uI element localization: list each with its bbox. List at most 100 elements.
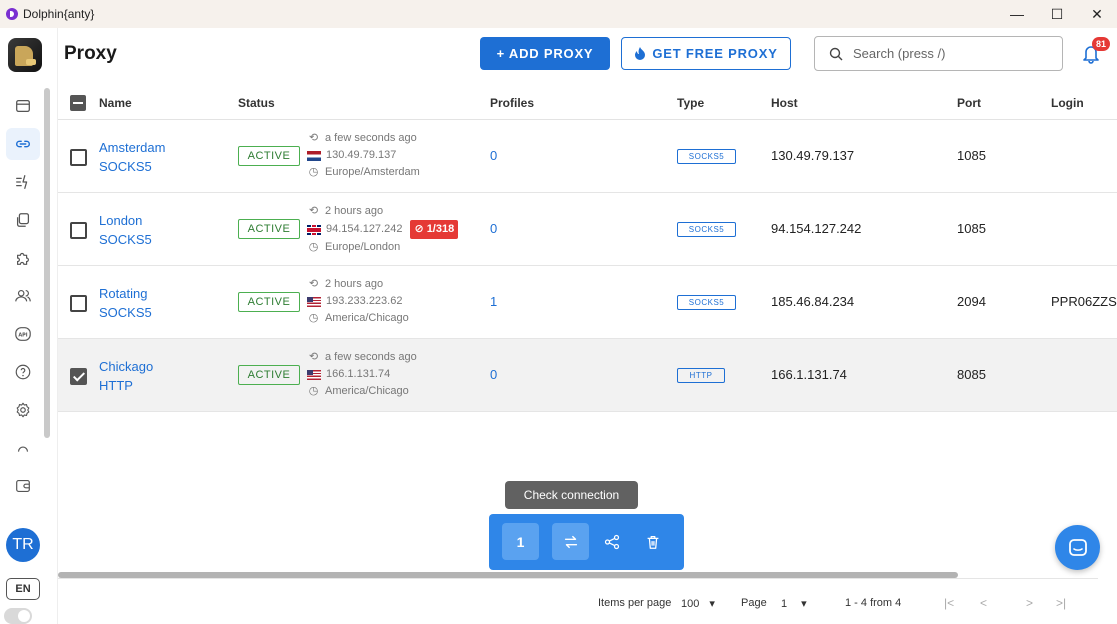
add-proxy-button[interactable]: + ADD PROXY [480, 37, 610, 70]
status-badge: ACTIVE [238, 146, 300, 166]
proxy-check-info: ⟲ a few seconds ago 166.1.131.74 ◷ America… [307, 351, 417, 397]
get-free-proxy-button[interactable]: GET FREE PROXY [621, 37, 791, 70]
question-icon [15, 364, 31, 380]
row-checkbox[interactable] [70, 149, 87, 166]
proxy-name[interactable]: London SOCKS5 [99, 211, 152, 249]
swap-icon [564, 535, 577, 548]
clock-icon: ◷ [308, 312, 319, 324]
type-badge: SOCKS5 [677, 222, 736, 237]
page-title: Proxy [64, 43, 117, 64]
delete-button[interactable] [634, 523, 671, 560]
status-badge: ACTIVE [238, 292, 300, 312]
select-all-checkbox[interactable] [70, 95, 86, 111]
proxy-name[interactable]: Chickago HTTP [99, 357, 153, 395]
host-value: 166.1.131.74 [771, 367, 847, 382]
row-checkbox[interactable] [70, 222, 87, 239]
horizontal-scroll-track [58, 578, 1098, 579]
table-header: Name Status Profiles Type Host Port Logi… [58, 86, 1117, 120]
type-badge: HTTP [677, 368, 725, 383]
minimize-button[interactable]: — [997, 0, 1037, 28]
items-per-page-label: Items per page [598, 597, 672, 609]
blocked-icon: ⊘ [414, 223, 424, 235]
check-connection-button[interactable] [552, 523, 589, 560]
sidebar-item-users[interactable] [6, 280, 40, 312]
history-icon: ⟲ [308, 132, 319, 144]
table-row[interactable]: London SOCKS5 ACTIVE ⟲ 2 hours ago 94.154… [58, 193, 1117, 266]
row-checkbox[interactable] [70, 368, 87, 385]
proxy-check-info: ⟲ a few seconds ago 130.49.79.137 ◷ Europe… [307, 132, 420, 178]
clock-icon: ◷ [308, 166, 319, 178]
search-input[interactable]: Search (press /) [814, 36, 1063, 71]
close-button[interactable]: ✕ [1077, 0, 1117, 28]
port-value: 8085 [957, 367, 986, 382]
column-host[interactable]: Host [771, 96, 798, 110]
search-placeholder: Search (press /) [853, 46, 946, 61]
proxy-name[interactable]: Amsterdam SOCKS5 [99, 138, 165, 176]
table-row[interactable]: Rotating SOCKS5 ACTIVE ⟲ 2 hours ago 193.… [58, 266, 1117, 339]
first-page-button[interactable]: |< [944, 596, 954, 610]
theme-toggle[interactable] [4, 608, 32, 624]
prev-page-button[interactable]: < [980, 596, 987, 610]
share-button[interactable] [593, 523, 630, 560]
items-per-page-select[interactable]: 100 ▾ [681, 597, 715, 610]
sidebar-item-proxy[interactable] [6, 128, 40, 160]
table-row[interactable]: Chickago HTTP ACTIVE ⟲ a few seconds ago … [58, 339, 1117, 412]
support-chat-button[interactable] [1055, 525, 1100, 570]
wallet-icon [16, 480, 30, 492]
sidebar-item-automation[interactable] [6, 166, 40, 198]
chevron-down-icon: ▾ [801, 598, 807, 610]
chat-icon [1068, 538, 1087, 556]
chevron-down-icon: ▾ [709, 598, 715, 610]
users-icon [15, 290, 31, 302]
next-page-button[interactable]: > [1026, 596, 1033, 610]
sidebar-item-extensions[interactable] [6, 242, 40, 274]
avatar[interactable]: TR [6, 528, 40, 562]
sidebar-item-api[interactable]: API [6, 318, 40, 350]
sidebar-item-settings[interactable] [6, 394, 40, 426]
column-login[interactable]: Login [1051, 96, 1084, 110]
bolt-icon [16, 175, 28, 189]
sidebar-item-help[interactable] [6, 356, 40, 388]
last-page-button[interactable]: >| [1056, 596, 1066, 610]
page-label: Page [741, 597, 767, 609]
sidebar-item-templates[interactable] [6, 204, 40, 236]
maximize-button[interactable]: ☐ [1037, 0, 1077, 28]
title-bar: Dolphin{anty} — ☐ ✕ [0, 0, 1117, 28]
host-value: 185.46.84.234 [771, 294, 855, 309]
us-flag-icon [307, 369, 321, 380]
column-name[interactable]: Name [99, 96, 132, 110]
row-checkbox[interactable] [70, 295, 87, 312]
profiles-count[interactable]: 0 [490, 367, 497, 382]
type-badge: SOCKS5 [677, 295, 736, 310]
proxy-name[interactable]: Rotating SOCKS5 [99, 284, 152, 322]
netherlands-flag-icon [307, 150, 321, 161]
clock-icon: ◷ [308, 241, 319, 253]
sidebar-item-wallet[interactable] [6, 470, 40, 502]
page-select[interactable]: 1 ▾ [781, 597, 807, 610]
api-icon: API [15, 327, 31, 341]
sidebar-scrollbar[interactable] [44, 88, 50, 438]
profiles-count[interactable]: 0 [490, 148, 497, 163]
column-type[interactable]: Type [677, 96, 704, 110]
sidebar-item-browser-profiles[interactable] [6, 90, 40, 122]
column-status[interactable]: Status [238, 96, 275, 110]
check-connection-tooltip: Check connection [505, 481, 638, 509]
type-badge: SOCKS5 [677, 149, 736, 164]
horizontal-scrollbar[interactable] [58, 572, 958, 578]
column-profiles[interactable]: Profiles [490, 96, 534, 110]
us-flag-icon [307, 296, 321, 307]
column-port[interactable]: Port [957, 96, 981, 110]
app-logo-icon[interactable] [8, 38, 42, 72]
puzzle-icon [17, 252, 29, 265]
profiles-count[interactable]: 1 [490, 294, 497, 309]
bulk-action-bar: 1 [489, 514, 684, 570]
uk-flag-icon [307, 224, 321, 235]
share-icon [604, 534, 619, 549]
language-switch[interactable]: EN [6, 578, 40, 600]
status-badge: ACTIVE [238, 219, 300, 239]
port-value: 1085 [957, 221, 986, 236]
profiles-count[interactable]: 0 [490, 221, 497, 236]
table-row[interactable]: Amsterdam SOCKS5 ACTIVE ⟲ a few seconds a… [58, 120, 1117, 193]
flame-icon [635, 46, 646, 60]
sidebar-item-more[interactable] [6, 432, 40, 464]
